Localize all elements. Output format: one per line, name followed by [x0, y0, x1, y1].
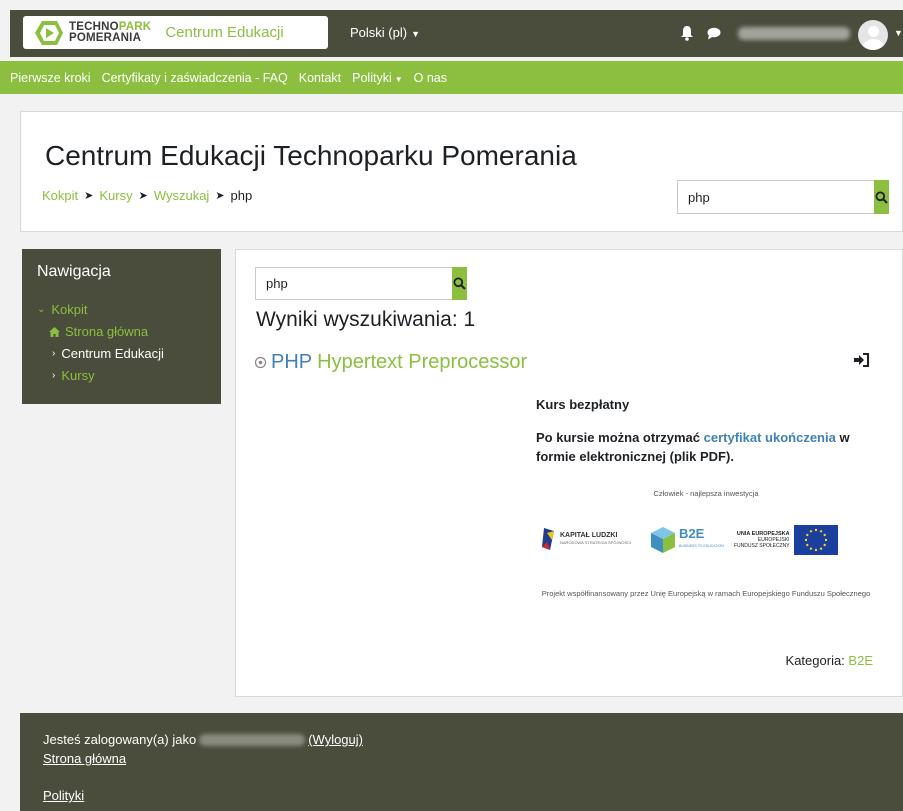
navigation-block: Nawigacja ⌄ Kokpit Strona główna › Centrum…	[22, 249, 221, 404]
course-category-icon	[254, 356, 267, 369]
breadcrumb-current: php	[230, 188, 253, 203]
user-name-redacted[interactable]	[738, 27, 850, 40]
nav-item-kursy[interactable]: › Kursy	[52, 368, 95, 383]
chevron-right-icon: ›	[52, 370, 56, 381]
menu-item-policies-label: Polityki	[352, 70, 392, 85]
sign-in-icon[interactable]	[854, 353, 869, 367]
breadcrumb-arrow-icon: ➤	[215, 190, 225, 202]
header-search-button[interactable]	[874, 180, 889, 214]
search-results-card: Wyniki wyszukiwania: 1 PHP Hypertext Pre…	[235, 249, 903, 697]
course-search	[255, 267, 467, 300]
breadcrumb-wyszukaj[interactable]: Wyszukaj	[154, 188, 210, 203]
course-category: Kategoria: B2E	[786, 653, 873, 668]
home-icon	[49, 326, 60, 337]
primary-menu: Pierwsze kroki Certyfikaty i zaświadczen…	[0, 61, 903, 94]
logout-link[interactable]: (Wyloguj)	[308, 732, 363, 747]
course-search-button[interactable]	[452, 267, 467, 300]
course-free-label: Kurs bezpłatny	[536, 397, 630, 412]
nav-item-centrum-edukacji[interactable]: › Centrum Edukacji	[52, 346, 164, 361]
technopark-logo-icon	[35, 20, 63, 45]
breadcrumb-kokpit[interactable]: Kokpit	[42, 188, 78, 203]
funding-logos: KAPITAŁ LUDZKI NARODOWA STRATEGIA SPÓJNOŚ…	[536, 521, 876, 563]
bell-icon[interactable]	[680, 25, 694, 41]
b2e-cube-icon	[651, 527, 675, 553]
menu-item-first-steps[interactable]: Pierwsze kroki	[10, 71, 91, 85]
category-link[interactable]: B2E	[848, 653, 873, 668]
navigation-title: Nawigacja	[37, 263, 111, 280]
top-navbar: TECHNOPARK POMERANIA Centrum Edukacji Po…	[10, 10, 903, 57]
nav-item-home[interactable]: Strona główna	[49, 324, 148, 339]
nav-item-home-label: Strona główna	[65, 324, 149, 339]
footer-policies-link[interactable]: Polityki	[43, 788, 84, 803]
kapital-ludzki-logo: KAPITAŁ LUDZKI NARODOWA STRATEGIA SPÓJNOŚ…	[542, 528, 631, 550]
menu-item-certificates-faq[interactable]: Certyfikaty i zaświadczenia - FAQ	[102, 71, 288, 85]
language-label: Polski (pl)	[350, 25, 408, 40]
logo-text: TECHNOPARK POMERANIA	[69, 20, 152, 44]
course-title-rest: Hypertext Preprocessor	[317, 351, 528, 373]
certificate-link[interactable]: certyfikat ukończenia	[704, 430, 836, 445]
course-search-input[interactable]	[255, 267, 452, 300]
category-label: Kategoria:	[785, 653, 845, 668]
login-info: Jesteś zalogowany(a) jako (Wyloguj)	[43, 732, 363, 747]
breadcrumb: Kokpit ➤ Kursy ➤ Wyszukaj ➤ php	[42, 188, 252, 203]
header-search	[677, 180, 889, 214]
breadcrumb-arrow-icon: ➤	[138, 190, 148, 202]
search-icon	[875, 191, 888, 204]
caret-down-icon: ▼	[394, 74, 403, 84]
breadcrumb-arrow-icon: ➤	[84, 190, 94, 202]
eu-flag-icon	[793, 525, 838, 555]
page-footer: Jesteś zalogowany(a) jako (Wyloguj) Stro…	[20, 713, 903, 811]
b2e-logo: B2E BUSINESS TO EDUCATION	[650, 526, 724, 554]
chevron-right-icon: ›	[52, 348, 56, 359]
page-header: Centrum Edukacji Technoparku Pomerania K…	[20, 111, 903, 232]
caret-down-icon: ▼	[411, 29, 420, 39]
menu-item-about[interactable]: O nas	[414, 71, 447, 85]
nav-item-kokpit[interactable]: ⌄ Kokpit	[37, 302, 88, 317]
funding-motto: Człowiek - najlepsza inwestycja	[653, 489, 759, 498]
user-avatar-icon[interactable]	[858, 20, 888, 50]
breadcrumb-kursy[interactable]: Kursy	[99, 188, 132, 203]
header-search-input[interactable]	[677, 180, 874, 214]
nav-item-centrum-edukacji-label: Centrum Edukacji	[61, 346, 164, 361]
language-menu[interactable]: Polski (pl) ▼	[350, 25, 420, 40]
user-name-redacted[interactable]	[199, 733, 306, 746]
footer-home-link[interactable]: Strona główna	[43, 751, 126, 766]
chevron-down-icon: ⌄	[37, 304, 46, 315]
course-title-keyword: PHP	[271, 351, 313, 373]
course-summary: Kurs bezpłatny Po kursie można otrzymać …	[536, 397, 866, 466]
search-icon	[453, 277, 466, 290]
nav-item-kursy-label: Kursy	[61, 368, 95, 383]
user-menu-caret-icon[interactable]: ▼	[894, 28, 903, 38]
site-brand-link[interactable]: TECHNOPARK POMERANIA Centrum Edukacji	[23, 16, 328, 49]
nav-item-kokpit-label: Kokpit	[51, 302, 88, 317]
eu-social-fund-logo: UNIA EUROPEJSKA EUROPEJSKI FUNDUSZ SPOŁECZ…	[734, 525, 838, 555]
menu-item-contact[interactable]: Kontakt	[299, 71, 341, 85]
chat-icon[interactable]	[707, 27, 721, 40]
kapital-ludzki-emblem-icon	[542, 528, 554, 550]
page-title: Centrum Edukacji Technoparku Pomerania	[45, 140, 577, 171]
course-title-link[interactable]: PHP Hypertext Preprocessor	[254, 351, 527, 374]
menu-item-policies[interactable]: Polityki ▼	[352, 71, 403, 85]
funding-statement: Projekt współfinansowany przez Unię Euro…	[541, 589, 871, 598]
logged-in-label: Jesteś zalogowany(a) jako	[43, 732, 197, 747]
results-heading: Wyniki wyszukiwania: 1	[256, 308, 476, 331]
course-certificate-info: Po kursie można otrzymać certyfikat ukoń…	[536, 430, 850, 464]
brand-name: Centrum Edukacji	[165, 24, 284, 41]
